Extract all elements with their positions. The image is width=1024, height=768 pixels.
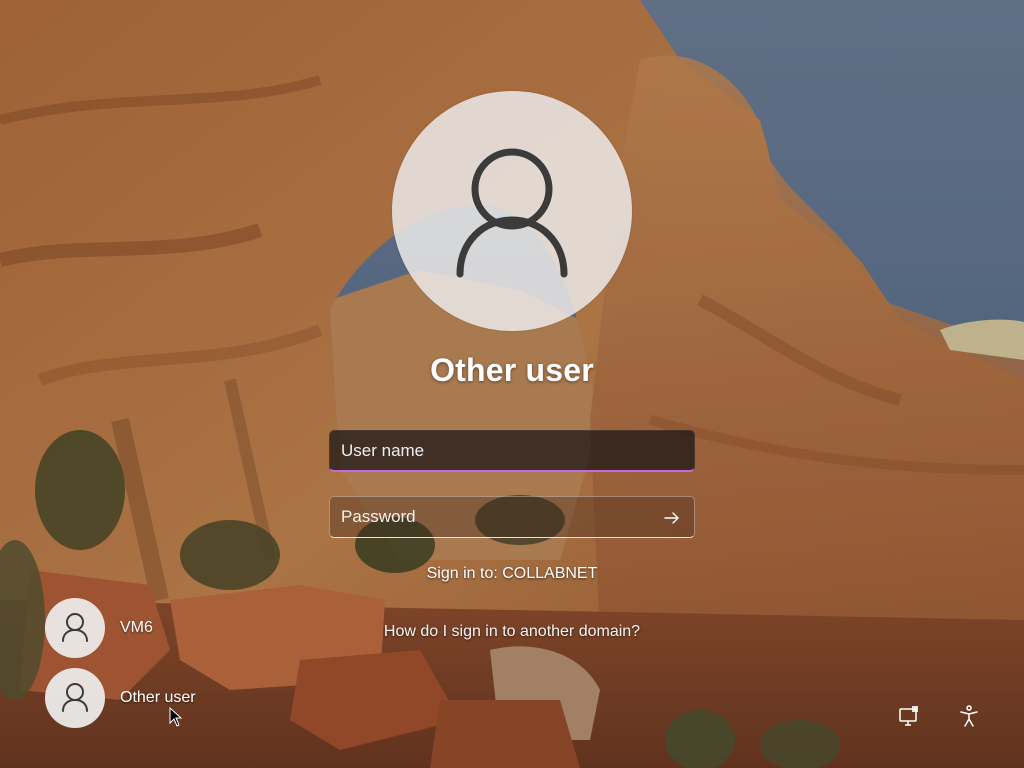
username-field-container — [329, 430, 695, 472]
network-button[interactable] — [895, 702, 923, 730]
page-title: Other user — [430, 352, 594, 388]
user-avatar — [392, 91, 632, 331]
accessibility-button[interactable] — [955, 702, 983, 730]
user-tile-other-user[interactable]: Other user — [45, 668, 196, 728]
sign-in-domain-text: Sign in to: COLLABNET — [426, 565, 598, 582]
user-avatar-icon — [456, 148, 568, 278]
user-tile-label: Other user — [120, 689, 196, 706]
accessibility-icon — [960, 705, 978, 727]
username-input[interactable] — [330, 431, 694, 470]
user-tile-vm6[interactable]: VM6 — [45, 598, 153, 658]
user-tile-label: VM6 — [120, 619, 153, 636]
arrow-right-icon — [664, 512, 679, 524]
user-avatar-icon — [45, 598, 105, 658]
user-avatar-icon — [45, 668, 105, 728]
domain-help-link[interactable]: How do I sign in to another domain? — [312, 623, 712, 641]
network-icon — [899, 706, 918, 726]
password-field-container — [329, 496, 695, 538]
submit-button[interactable] — [658, 504, 686, 532]
password-input[interactable] — [330, 497, 694, 537]
